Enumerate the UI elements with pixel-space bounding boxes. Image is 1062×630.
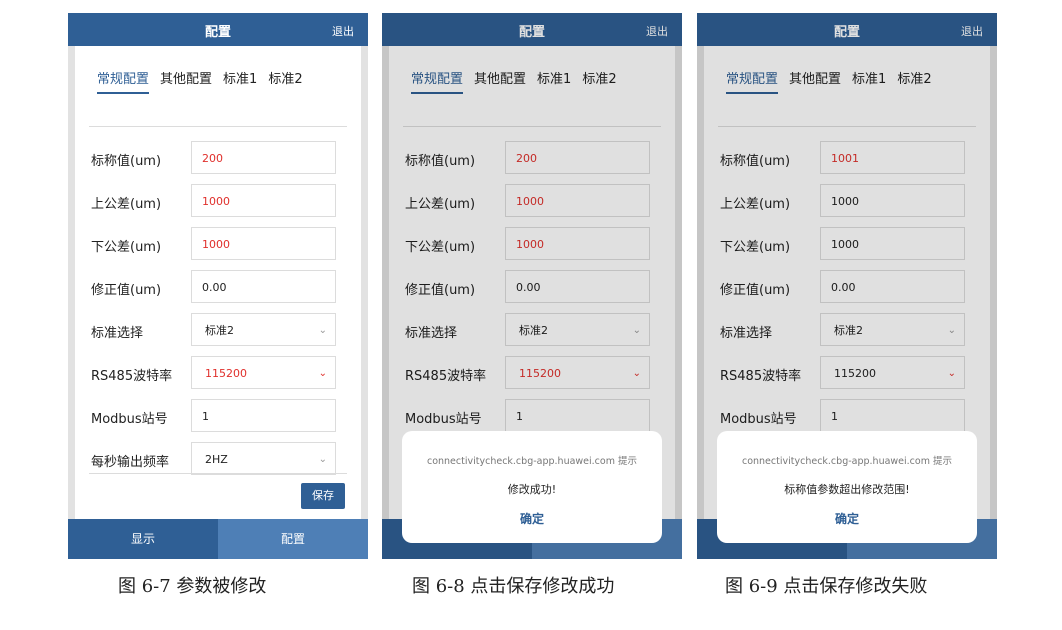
baud-rate-select[interactable]: 115200 ⌄ xyxy=(191,356,336,389)
alert-dialog: connectivitycheck.cbg-app.huawei.com 提示 … xyxy=(717,431,977,543)
alert-dialog: connectivitycheck.cbg-app.huawei.com 提示 … xyxy=(402,431,662,543)
dialog-message: 修改成功! xyxy=(507,483,557,496)
tab-standard-1[interactable]: 标准1 xyxy=(223,68,257,87)
save-button[interactable]: 保存 xyxy=(301,483,345,509)
nav-config[interactable]: 配置 xyxy=(218,519,368,559)
chevron-down-icon: ⌄ xyxy=(318,368,327,379)
upper-tolerance-label: 上公差(um) xyxy=(91,197,162,212)
dialog-message: 标称值参数超出修改范围! xyxy=(784,483,910,496)
nominal-input[interactable]: 200 xyxy=(191,141,336,174)
divider xyxy=(89,473,347,474)
correction-label: 修正值(um) xyxy=(91,283,162,298)
output-frequency-select[interactable]: 2HZ ⌄ xyxy=(191,442,336,475)
top-bar: 配置 退出 xyxy=(68,13,368,46)
phone-screen-3: 配置 退出 常规配置 其他配置 标准1 标准2 标称值(um) 1001 上公差(um… xyxy=(697,13,997,559)
figure-caption-3: 图 6-9 点击保存修改失败 xyxy=(725,576,928,597)
dialog-ok-button[interactable]: 确定 xyxy=(717,510,977,527)
tab-bar: 常规配置 其他配置 标准1 标准2 xyxy=(97,68,314,98)
tab-standard-2[interactable]: 标准2 xyxy=(268,68,302,87)
lower-tolerance-input[interactable]: 1000 xyxy=(191,227,336,260)
exit-button[interactable]: 退出 xyxy=(332,23,354,39)
modbus-id-input[interactable]: 1 xyxy=(191,399,336,432)
phone-screen-2: 配置 退出 常规配置 其他配置 标准1 标准2 标称值(um) 200 上公差(um)… xyxy=(382,13,682,559)
nav-display[interactable]: 显示 xyxy=(68,519,218,559)
figure-caption-2: 图 6-8 点击保存修改成功 xyxy=(412,576,615,597)
divider xyxy=(89,126,347,127)
standard-select-value: 标准2 xyxy=(205,324,234,337)
figure-caption-1: 图 6-7 参数被修改 xyxy=(118,576,267,597)
output-frequency-label: 每秒输出频率 xyxy=(91,455,170,470)
chevron-down-icon: ⌄ xyxy=(318,454,327,465)
dialog-host: connectivitycheck.cbg-app.huawei.com 提示 xyxy=(426,456,637,467)
output-frequency-value: 2HZ xyxy=(205,453,228,466)
config-card: 常规配置 其他配置 标准1 标准2 标称值(um) 200 上公差(um) 1000 … xyxy=(75,46,361,519)
tab-general-config[interactable]: 常规配置 xyxy=(97,68,150,94)
standard-select-label: 标准选择 xyxy=(91,326,144,341)
phone-screen-1: 配置 退出 常规配置 其他配置 标准1 标准2 标称值(um) 200 上公差(um)… xyxy=(68,13,368,559)
chevron-down-icon: ⌄ xyxy=(318,325,327,336)
nominal-label: 标称值(um) xyxy=(91,154,162,169)
bottom-nav: 显示 配置 xyxy=(68,519,368,559)
standard-select[interactable]: 标准2 ⌄ xyxy=(191,313,336,346)
baud-rate-label: RS485波特率 xyxy=(91,369,173,384)
lower-tolerance-label: 下公差(um) xyxy=(91,240,162,255)
tab-other-config[interactable]: 其他配置 xyxy=(160,68,212,87)
page-title: 配置 xyxy=(204,25,231,40)
dialog-ok-button[interactable]: 确定 xyxy=(402,510,662,527)
baud-rate-value: 115200 xyxy=(205,367,247,380)
upper-tolerance-input[interactable]: 1000 xyxy=(191,184,336,217)
dialog-host: connectivitycheck.cbg-app.huawei.com 提示 xyxy=(741,456,952,467)
modbus-id-label: Modbus站号 xyxy=(91,412,168,427)
correction-input[interactable]: 0.00 xyxy=(191,270,336,303)
